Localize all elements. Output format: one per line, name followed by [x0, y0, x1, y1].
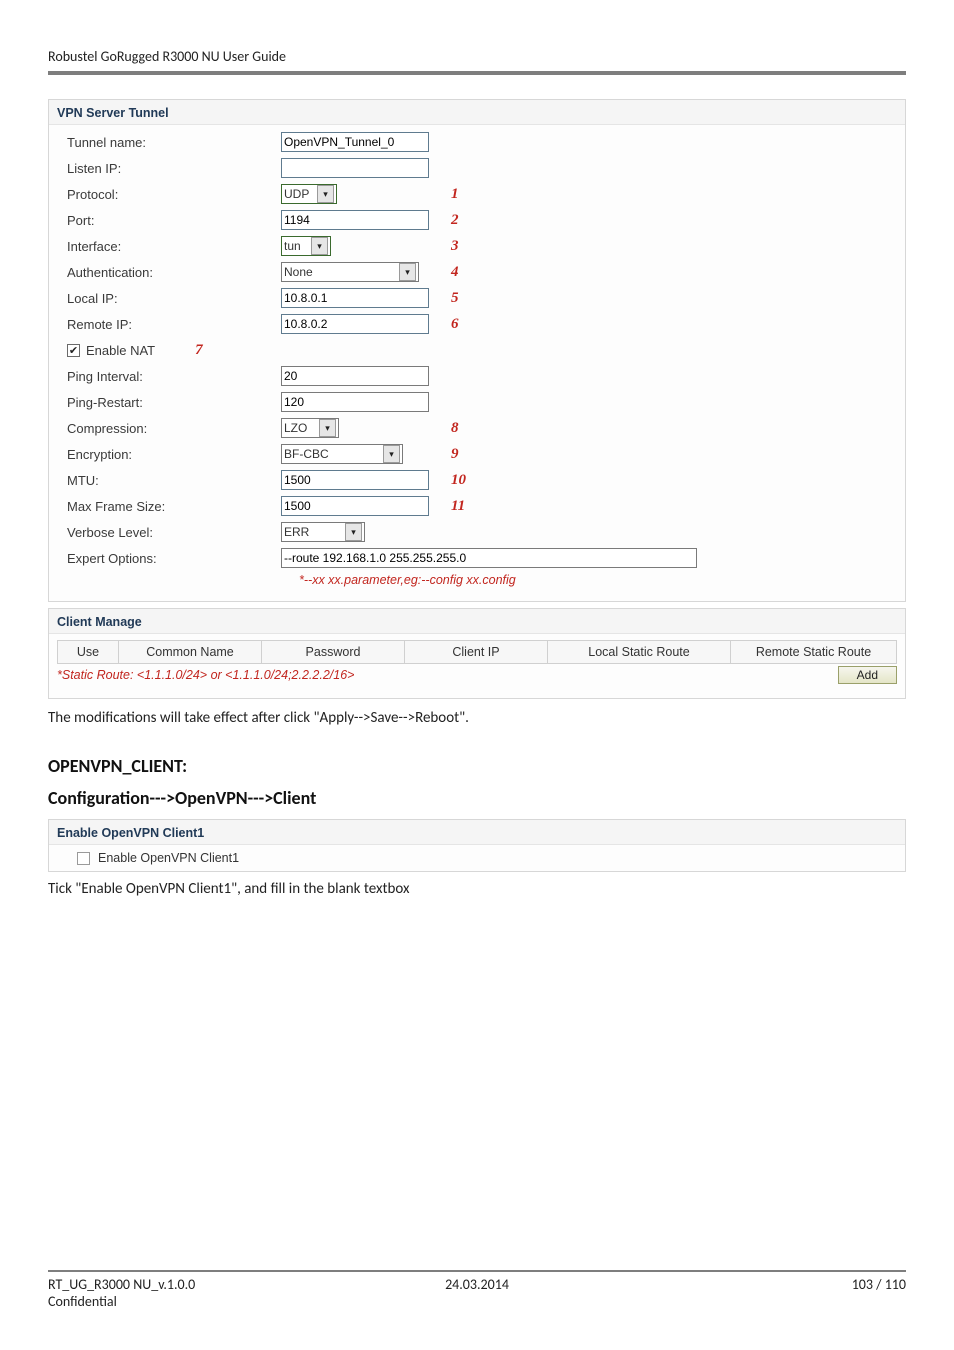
section-openvpn-client: OPENVPN_CLIENT:: [48, 755, 906, 777]
chevron-down-icon: ▾: [319, 419, 336, 437]
input-port[interactable]: [281, 210, 429, 230]
input-local-ip[interactable]: [281, 288, 429, 308]
label-enable-nat: Enable NAT: [86, 343, 155, 358]
chevron-down-icon: ▾: [383, 445, 400, 463]
select-compression[interactable]: LZO ▾: [281, 418, 339, 438]
label-ping-interval: Ping Interval:: [67, 369, 281, 384]
client-static-route-hint: *Static Route: <1.1.1.0/24> or <1.1.1.0/…: [57, 668, 354, 682]
chevron-down-icon: ▾: [317, 185, 334, 203]
input-tunnel-name[interactable]: [281, 132, 429, 152]
annotation-2: 2: [451, 212, 475, 229]
th-remote-route: Remote Static Route: [731, 641, 897, 664]
label-remote-ip: Remote IP:: [67, 317, 281, 332]
label-listen-ip: Listen IP:: [67, 161, 281, 176]
footer-right: 103 / 110: [620, 1276, 906, 1293]
input-remote-ip[interactable]: [281, 314, 429, 334]
label-verbose: Verbose Level:: [67, 525, 281, 540]
label-authentication: Authentication:: [67, 265, 281, 280]
checkbox-enable-nat[interactable]: ✔: [67, 344, 80, 357]
footer-confidential: Confidential: [48, 1293, 906, 1310]
select-encryption[interactable]: BF-CBC ▾: [281, 444, 403, 464]
label-mtu: MTU:: [67, 473, 281, 488]
annotation-9: 9: [451, 446, 475, 463]
checkbox-enable-openvpn-client1[interactable]: [77, 852, 90, 865]
annotation-8: 8: [451, 420, 475, 437]
expert-options-hint: *--xx xx.parameter,eg:--config xx.config: [299, 571, 897, 593]
select-compression-value: LZO: [284, 421, 319, 435]
th-local-route: Local Static Route: [548, 641, 731, 664]
annotation-4: 4: [451, 264, 475, 281]
doc-header: Robustel GoRugged R3000 NU User Guide: [48, 48, 906, 71]
apply-note: The modifications will take effect after…: [48, 709, 906, 727]
select-authentication[interactable]: None ▾: [281, 262, 419, 282]
client-manage-table: Use Common Name Password Client IP Local…: [57, 640, 897, 664]
section-config-path: Configuration--->OpenVPN--->Client: [48, 787, 906, 809]
label-compression: Compression:: [67, 421, 281, 436]
select-interface-value: tun: [284, 239, 311, 253]
label-tunnel-name: Tunnel name:: [67, 135, 281, 150]
annotation-10: 10: [451, 472, 475, 489]
label-encryption: Encryption:: [67, 447, 281, 462]
chevron-down-icon: ▾: [399, 263, 416, 281]
add-button[interactable]: Add: [838, 666, 897, 684]
select-encryption-value: BF-CBC: [284, 447, 383, 461]
input-listen-ip[interactable]: [281, 158, 429, 178]
header-rule: [48, 71, 906, 75]
label-protocol: Protocol:: [67, 187, 281, 202]
footer-center: 24.03.2014: [334, 1276, 620, 1293]
select-protocol[interactable]: UDP ▾: [281, 184, 337, 204]
annotation-1: 1: [451, 186, 475, 203]
page-footer: RT_UG_R3000 NU_v.1.0.0 24.03.2014 103 / …: [48, 1270, 906, 1310]
annotation-11: 11: [451, 498, 475, 515]
label-max-frame: Max Frame Size:: [67, 499, 281, 514]
tick-instruction: Tick "Enable OpenVPN Client1", and fill …: [48, 880, 906, 898]
enable-panel-title: Enable OpenVPN Client1: [49, 820, 905, 845]
client-manage-panel: Client Manage Use Common Name Password C…: [48, 608, 906, 699]
label-ping-restart: Ping-Restart:: [67, 395, 281, 410]
chevron-down-icon: ▾: [345, 523, 362, 541]
select-protocol-value: UDP: [284, 187, 317, 201]
input-ping-interval[interactable]: [281, 366, 429, 386]
annotation-7: 7: [195, 342, 219, 359]
chevron-down-icon: ▾: [311, 237, 328, 255]
enable-openvpn-client-panel: Enable OpenVPN Client1 Enable OpenVPN Cl…: [48, 819, 906, 872]
label-enable-openvpn-client1: Enable OpenVPN Client1: [98, 851, 239, 865]
th-common-name: Common Name: [119, 641, 262, 664]
label-expert: Expert Options:: [67, 551, 281, 566]
th-use: Use: [58, 641, 119, 664]
label-local-ip: Local IP:: [67, 291, 281, 306]
vpn-panel-title: VPN Server Tunnel: [49, 100, 905, 125]
input-max-frame[interactable]: [281, 496, 429, 516]
label-interface: Interface:: [67, 239, 281, 254]
select-verbose[interactable]: ERR ▾: [281, 522, 365, 542]
annotation-6: 6: [451, 316, 475, 333]
select-authentication-value: None: [284, 265, 399, 279]
th-client-ip: Client IP: [405, 641, 548, 664]
annotation-5: 5: [451, 290, 475, 307]
annotation-3: 3: [451, 238, 475, 255]
label-port: Port:: [67, 213, 281, 228]
select-interface[interactable]: tun ▾: [281, 236, 331, 256]
client-manage-title: Client Manage: [49, 609, 905, 634]
select-verbose-value: ERR: [284, 525, 345, 539]
input-ping-restart[interactable]: [281, 392, 429, 412]
vpn-server-tunnel-panel: VPN Server Tunnel Tunnel name: Listen IP…: [48, 99, 906, 602]
input-expert-options[interactable]: [281, 548, 697, 568]
input-mtu[interactable]: [281, 470, 429, 490]
th-password: Password: [262, 641, 405, 664]
footer-left: RT_UG_R3000 NU_v.1.0.0: [48, 1276, 334, 1293]
